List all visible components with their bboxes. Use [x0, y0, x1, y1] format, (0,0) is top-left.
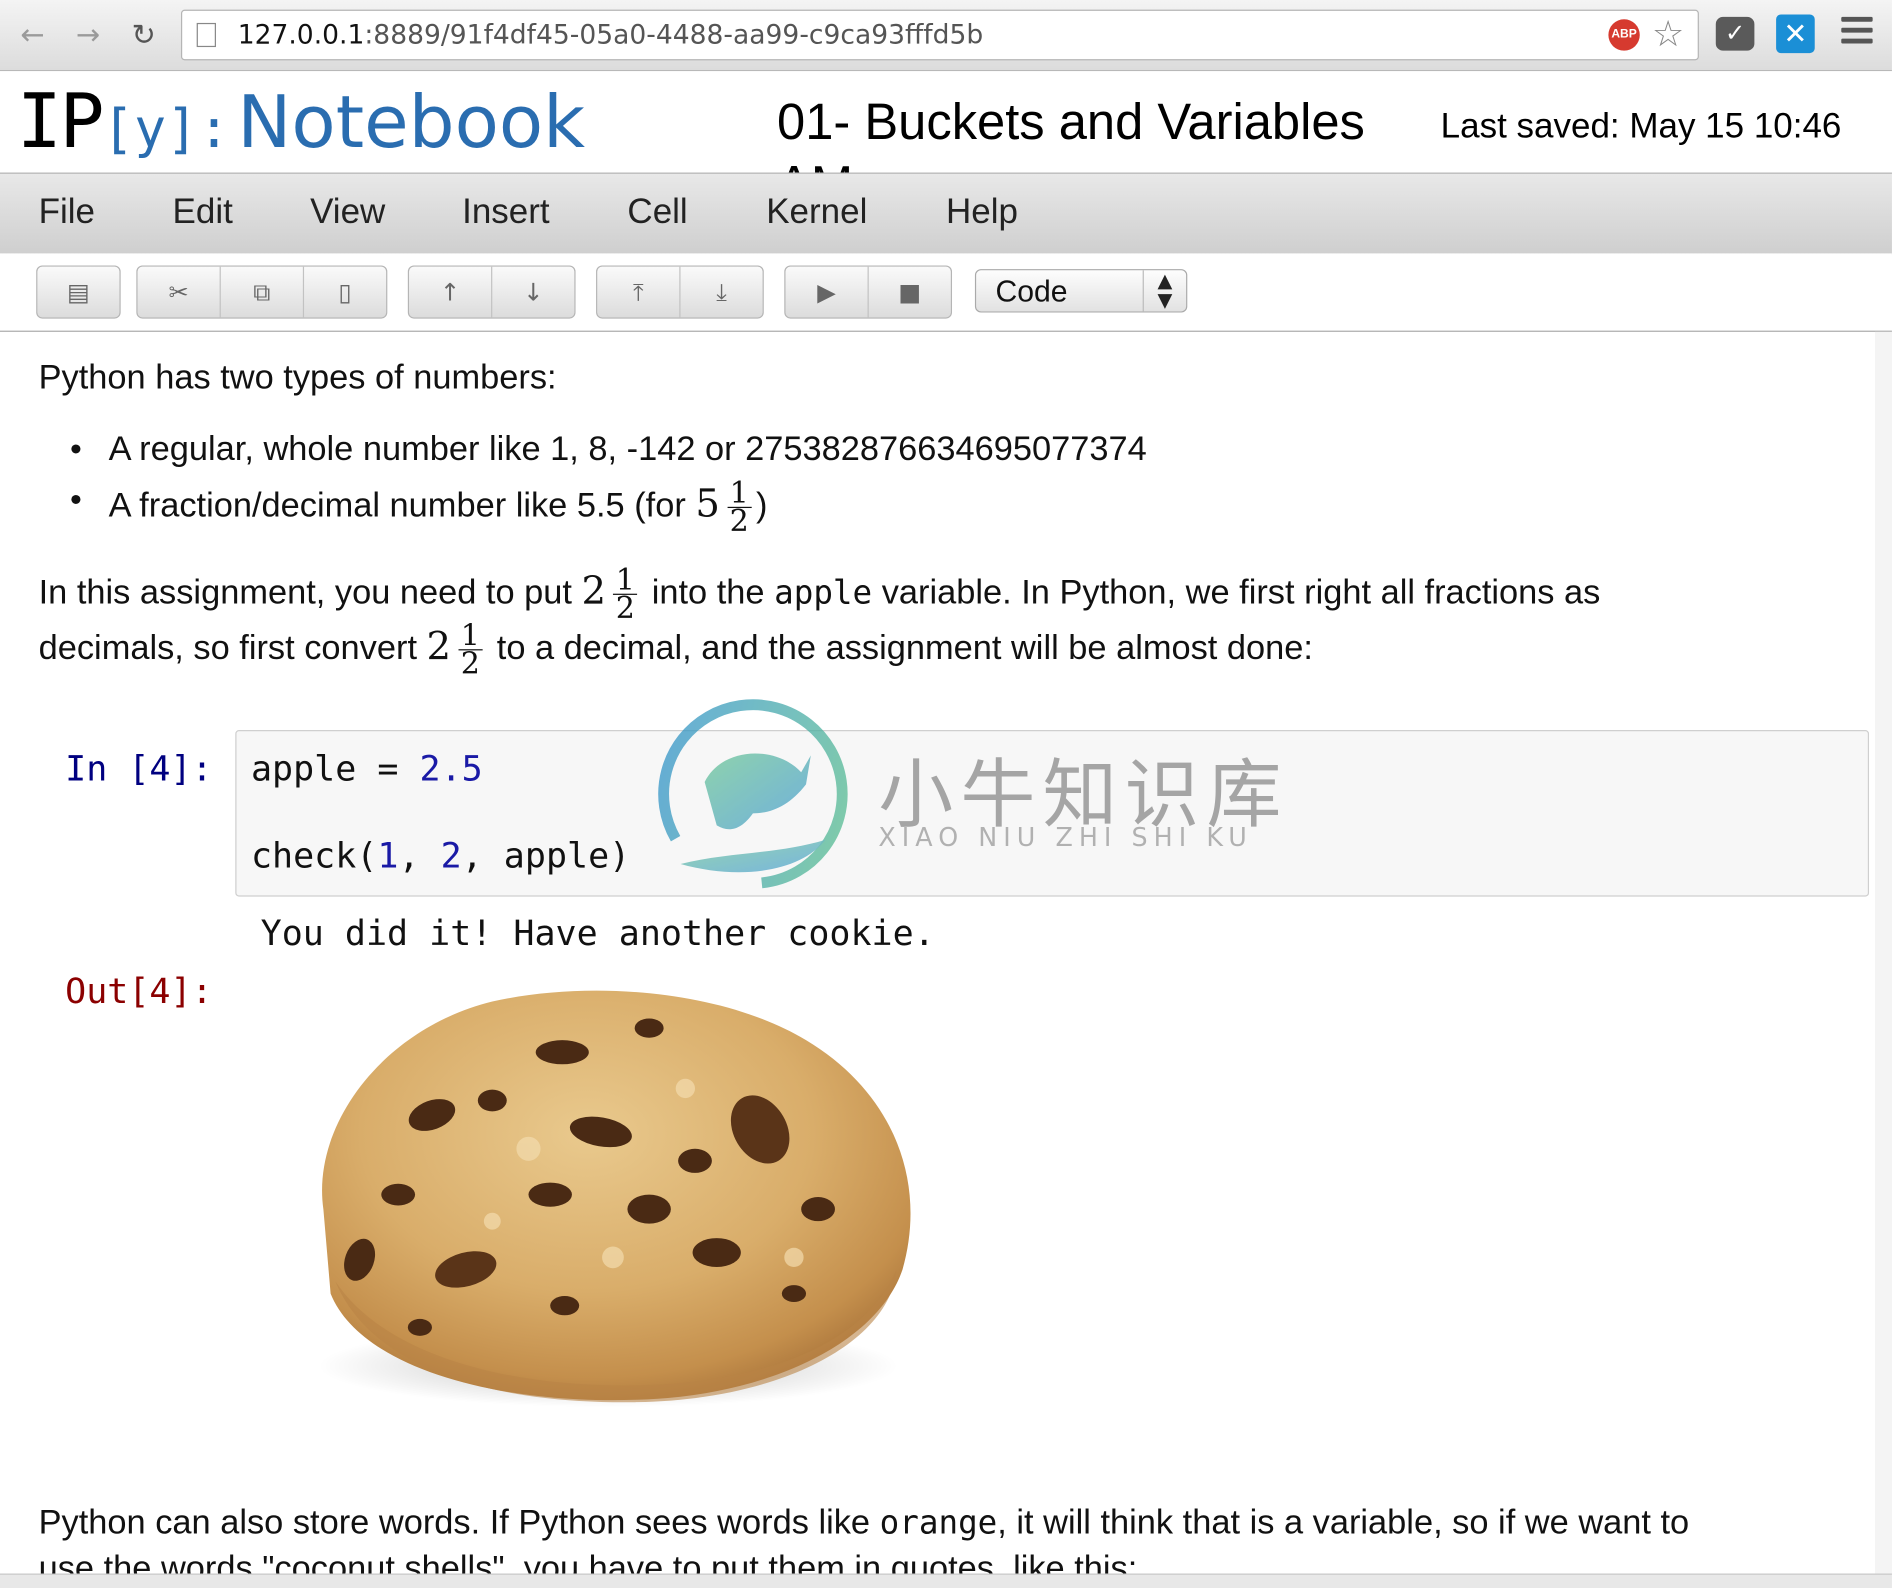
watermark-pinyin: XIAO NIU ZHI SHI KU: [878, 822, 1253, 852]
insert-above-icon[interactable]: ⤒: [597, 266, 681, 318]
intro-text: Python has two types of numbers:: [38, 358, 557, 398]
list-item: A regular, whole number like 1, 8, -142 …: [36, 430, 1147, 481]
paragraph-line: Python can also store words. If Python s…: [39, 1504, 1690, 1544]
url-host: 127.0.0.1: [237, 20, 365, 51]
para1-text-a: In this assignment, you need to put: [38, 573, 582, 612]
browser-toolbar: ← → ↻ 127.0.0.1:8889/91f4df45-05a0-4488-…: [0, 0, 1892, 72]
cell-type-value: Code: [995, 275, 1068, 309]
move-up-icon[interactable]: ↑: [409, 266, 493, 318]
menu-cell[interactable]: Cell: [627, 193, 687, 233]
logo-y: [y]:: [102, 98, 231, 161]
inline-code: apple: [774, 574, 873, 612]
last-saved-status: Last saved: May 15 10:46: [1440, 107, 1842, 147]
menu-edit[interactable]: Edit: [173, 193, 233, 233]
para2-text-b: to a decimal, and the assignment will be…: [496, 628, 1313, 668]
page-icon: [196, 22, 216, 48]
logo-ip: IP: [16, 77, 105, 166]
para1-text-c: variable. In Python, we first right all …: [872, 573, 1601, 612]
cell-stdout: You did it! Have another cookie.: [260, 912, 935, 954]
code-token: check(: [250, 835, 378, 877]
save-icon[interactable]: ▤: [37, 267, 119, 318]
cell-type-select[interactable]: Code ▲ ▼: [974, 269, 1188, 313]
frac-denominator: 2: [615, 590, 635, 626]
browser-menu-icon[interactable]: [1841, 16, 1873, 51]
menu-kernel[interactable]: Kernel: [766, 193, 867, 233]
para3-text-b: , it will think that is a variable, so i…: [997, 1503, 1690, 1543]
menubar: File Edit View Insert Cell Kernel Help: [0, 172, 1892, 255]
stop-icon[interactable]: ■: [869, 267, 951, 318]
notebook-header: IP[y]: Notebook 01- Buckets and Variables…: [0, 71, 1892, 173]
cut-icon[interactable]: ✂: [138, 266, 221, 318]
insert-group: ⤒ ⤓: [596, 265, 764, 319]
para1-text-b: into the: [651, 573, 775, 612]
run-icon[interactable]: ▶: [785, 266, 869, 318]
edit-group: ✂ ⧉ ▯: [136, 265, 388, 319]
code-number: 2: [440, 835, 462, 877]
copy-icon[interactable]: ⧉: [221, 266, 305, 318]
adblock-icon[interactable]: ABP: [1608, 19, 1640, 51]
run-group: ▶ ■: [784, 265, 953, 319]
math-fraction: 12: [727, 478, 752, 539]
para2-text-a: decimals, so first convert: [38, 628, 427, 668]
code-token: ,: [398, 835, 441, 877]
bullet-text-1: A regular, whole number like 1, 8, -142 …: [108, 429, 1147, 469]
list-item: A fraction/decimal number like 5.5 (for …: [36, 478, 1147, 539]
code-line: apple = 2.5: [251, 748, 483, 789]
menu-file[interactable]: File: [39, 193, 95, 233]
select-arrows-icon: ▲ ▼: [1142, 270, 1186, 312]
code-token: , apple): [461, 835, 631, 877]
horizontal-scrollbar[interactable]: [0, 1573, 1892, 1588]
input-prompt: In [4]:: [65, 748, 213, 790]
math-fraction: 12: [613, 565, 638, 626]
menu-view[interactable]: View: [310, 193, 385, 233]
paragraph-line: In this assignment, you need to put 212 …: [38, 565, 1601, 626]
bull-logo-icon: [658, 699, 848, 889]
math-whole: 2: [426, 622, 452, 669]
extension-icon[interactable]: ✕: [1776, 14, 1815, 54]
code-number: 1: [377, 835, 399, 877]
bullet-text-2-end: ): [756, 486, 768, 525]
frac-denominator: 2: [729, 503, 749, 539]
bullet-text-2: A fraction/decimal number like 5.5 (for: [108, 486, 696, 525]
url-path: :8889/91f4df45-05a0-4488-aa99-c9ca93fffd…: [364, 20, 984, 51]
address-bar[interactable]: 127.0.0.1:8889/91f4df45-05a0-4488-aa99-c…: [180, 9, 1699, 61]
url-text[interactable]: 127.0.0.1:8889/91f4df45-05a0-4488-aa99-c…: [238, 21, 984, 51]
move-down-icon[interactable]: ↓: [492, 267, 574, 318]
move-group: ↑ ↓: [407, 265, 576, 319]
forward-arrow-icon[interactable]: →: [70, 17, 106, 53]
math-whole: 2: [581, 567, 607, 614]
math-whole: 5: [695, 480, 720, 527]
logo-notebook: Notebook: [237, 80, 586, 166]
paragraph-line: decimals, so first convert 212 to a deci…: [38, 620, 1313, 681]
ipython-logo[interactable]: IP[y]: Notebook: [17, 74, 585, 173]
code-number: 2.5: [419, 748, 483, 790]
code-line: check(1, 2, apple): [251, 835, 630, 876]
watermark: 小牛知识库 XIAO NIU ZHI SHI KU: [656, 697, 1281, 895]
inline-code: orange: [879, 1504, 998, 1543]
code-token: apple =: [250, 748, 420, 790]
reload-icon[interactable]: ↻: [125, 17, 161, 53]
cookie-image: [318, 990, 911, 1408]
menu-help[interactable]: Help: [946, 193, 1018, 233]
bookmark-star-icon[interactable]: ☆: [1652, 13, 1684, 55]
pocket-icon[interactable]: ✓: [1715, 16, 1755, 51]
number-types-list: A regular, whole number like 1, 8, -142 …: [36, 430, 1147, 539]
output-prompt: Out[4]:: [65, 970, 213, 1012]
notebook-title[interactable]: 01- Buckets and Variables AM: [777, 91, 1404, 173]
back-arrow-icon[interactable]: ←: [14, 17, 50, 53]
menu-insert[interactable]: Insert: [462, 193, 550, 233]
vertical-scrollbar[interactable]: [1875, 331, 1892, 1574]
frac-denominator: 2: [460, 645, 480, 681]
math-fraction: 12: [458, 620, 483, 681]
save-group: ▤: [36, 265, 121, 319]
paste-icon[interactable]: ▯: [304, 267, 386, 318]
notebook-toolbar: ▤ ✂ ⧉ ▯ ↑ ↓ ⤒ ⤓ ▶ ■ Code ▲ ▼: [0, 253, 1892, 332]
insert-below-icon[interactable]: ⤓: [681, 267, 763, 318]
para3-text-a: Python can also store words. If Python s…: [38, 1503, 880, 1543]
